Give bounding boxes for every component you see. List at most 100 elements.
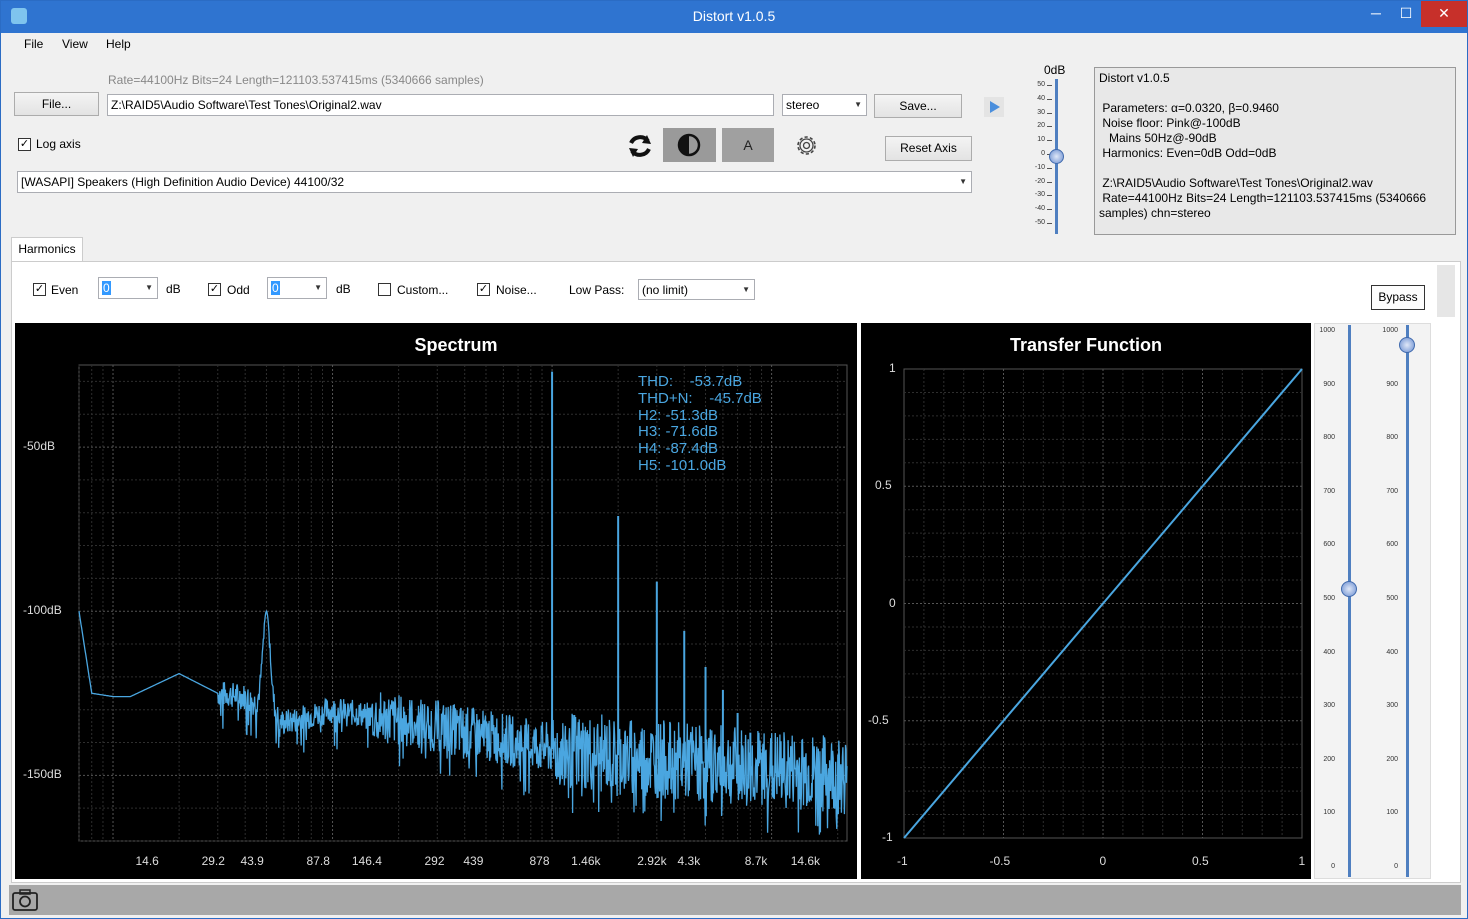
slider-tick-label-left: 600 xyxy=(1323,541,1335,549)
close-button[interactable]: ✕ xyxy=(1421,1,1467,27)
tab-harmonics-label: Harmonics xyxy=(18,242,76,256)
slider-tick-label-left: 500 xyxy=(1323,595,1335,602)
chevron-down-icon: ▼ xyxy=(145,283,153,292)
transfer-plot[interactable] xyxy=(861,323,1311,879)
odd-checkbox[interactable]: ✓ xyxy=(208,283,221,296)
minimize-button[interactable]: ─ xyxy=(1361,1,1391,27)
volume-slider-thumb[interactable] xyxy=(1049,149,1064,164)
volume-tick-label: -20 xyxy=(1034,177,1045,185)
scrollbar[interactable] xyxy=(1437,265,1455,317)
spectrum-x-tick: 439 xyxy=(463,854,484,868)
volume-tick-label: 30 xyxy=(1037,108,1045,116)
volume-tick-label: 50 xyxy=(1037,81,1045,88)
spectrum-y-tick: -150dB xyxy=(23,767,62,782)
slider-tick-label-left: 800 xyxy=(1323,434,1335,442)
maximize-button[interactable]: ☐ xyxy=(1391,1,1421,27)
title-bar: Distort v1.0.5 ─ ☐ ✕ xyxy=(1,1,1467,33)
spectrum-x-tick: 43.9 xyxy=(240,854,264,868)
transfer-curve xyxy=(903,368,1303,839)
transfer-x-tick: 0.5 xyxy=(1192,854,1209,868)
transfer-x-tick: -1 xyxy=(897,854,908,868)
contrast-button[interactable] xyxy=(663,128,716,162)
even-db-select[interactable]: 0 ▼ xyxy=(98,277,158,299)
chevron-down-icon: ▼ xyxy=(959,177,967,186)
app-window: Distort v1.0.5 ─ ☐ ✕ File View Help Rate… xyxy=(0,0,1468,919)
a-button[interactable]: A xyxy=(722,128,774,162)
file-button[interactable]: File... xyxy=(14,92,99,116)
transfer-x-tick: 1 xyxy=(1298,854,1306,868)
log-axis-checkbox[interactable]: ✓ xyxy=(18,138,31,151)
spectrum-x-tick: 4.3k xyxy=(677,854,701,868)
custom-checkbox[interactable] xyxy=(378,283,391,296)
slider-tick-label-right: 500 xyxy=(1386,595,1398,602)
channel-select[interactable]: stereo ▼ xyxy=(782,94,867,116)
spectrum-x-tick: 8.7k xyxy=(744,854,768,868)
device-select[interactable]: [WASAPI] Speakers (High Definition Audio… xyxy=(17,171,972,193)
volume-tick-mark xyxy=(1047,167,1052,169)
spectrum-x-tick: 292 xyxy=(424,854,445,868)
volume-tick-label: -40 xyxy=(1034,205,1045,213)
volume-label: 0dB xyxy=(1044,63,1066,77)
refresh-icon[interactable] xyxy=(625,131,655,161)
menu-help[interactable]: Help xyxy=(106,37,131,51)
beta-slider-track[interactable] xyxy=(1406,325,1409,877)
chevron-down-icon: ▼ xyxy=(742,285,750,294)
spectrum-annotation: H5: -101.0dB xyxy=(638,457,727,474)
slider-tick-label-right: 0 xyxy=(1394,863,1398,870)
volume-tick-label: 20 xyxy=(1037,122,1045,130)
alpha-slider-track[interactable] xyxy=(1348,325,1351,877)
transfer-y-tick: 0 xyxy=(889,595,896,610)
even-db-value: 0 xyxy=(102,281,111,295)
spectrum-x-tick: 29.2 xyxy=(201,854,225,868)
noise-label: Noise... xyxy=(496,283,537,297)
spectrum-x-tick: 14.6k xyxy=(790,854,821,868)
slider-tick-label-left: 300 xyxy=(1323,702,1335,710)
even-checkbox[interactable]: ✓ xyxy=(33,283,46,296)
slider-tick-label-left: 700 xyxy=(1323,487,1335,495)
a-button-label: A xyxy=(743,137,753,153)
gear-icon[interactable] xyxy=(793,132,820,159)
odd-db-select[interactable]: 0 ▼ xyxy=(267,277,327,299)
slider-tick-label-right: 900 xyxy=(1386,380,1398,388)
reset-axis-button[interactable]: Reset Axis xyxy=(885,136,972,161)
slider-tick-label-right: 400 xyxy=(1386,648,1398,656)
slider-tick-label-right: 200 xyxy=(1386,755,1398,763)
custom-label: Custom... xyxy=(397,283,449,297)
even-label: Even xyxy=(51,283,79,297)
menu-bar: File View Help xyxy=(2,33,1464,55)
bypass-button[interactable]: Bypass xyxy=(1371,285,1425,310)
slider-tick-label-left: 100 xyxy=(1323,809,1335,817)
spectrum-x-tick: 14.6 xyxy=(135,854,159,868)
volume-tick-label: 0 xyxy=(1041,150,1045,157)
tab-harmonics[interactable]: Harmonics xyxy=(11,237,83,262)
volume-tick-mark xyxy=(1047,181,1052,183)
channel-value: stereo xyxy=(786,98,820,112)
spectrum-y-tick: -50dB xyxy=(23,439,56,454)
noise-checkbox[interactable]: ✓ xyxy=(477,283,490,296)
slider-tick-label-left: 1000 xyxy=(1319,327,1335,334)
slider-tick-label-left: 900 xyxy=(1323,380,1335,388)
info-panel: Distort v1.0.5 Parameters: α=0.0320, β=0… xyxy=(1094,67,1456,235)
spectrum-x-tick: 146.4 xyxy=(351,854,382,868)
volume-tick-mark xyxy=(1047,98,1052,100)
odd-label: Odd xyxy=(227,283,250,297)
camera-icon[interactable] xyxy=(11,887,39,913)
menu-file[interactable]: File xyxy=(24,37,43,51)
volume-tick-mark xyxy=(1047,112,1052,114)
spectrum-annotation: THD: -53.7dB xyxy=(638,373,743,390)
file-path-field[interactable]: Z:\RAID5\Audio Software\Test Tones\Origi… xyxy=(107,94,774,116)
transfer-y-tick: 1 xyxy=(889,361,896,375)
slider-tick-label-right: 100 xyxy=(1386,809,1398,817)
volume-tick-mark xyxy=(1047,195,1052,197)
low-pass-value: (no limit) xyxy=(642,283,689,297)
volume-tick-label: -30 xyxy=(1034,191,1045,199)
slider-tick-label-left: 0 xyxy=(1331,863,1335,870)
low-pass-select[interactable]: (no limit) ▼ xyxy=(638,279,755,300)
spectrum-y-tick: -100dB xyxy=(23,603,62,618)
play-icon[interactable] xyxy=(984,97,1004,117)
save-button[interactable]: Save... xyxy=(874,94,962,118)
menu-view[interactable]: View xyxy=(62,37,88,51)
low-pass-label: Low Pass: xyxy=(569,283,625,297)
contrast-icon xyxy=(677,133,701,157)
spectrum-annotation: THD+N: -45.7dB xyxy=(638,389,762,407)
